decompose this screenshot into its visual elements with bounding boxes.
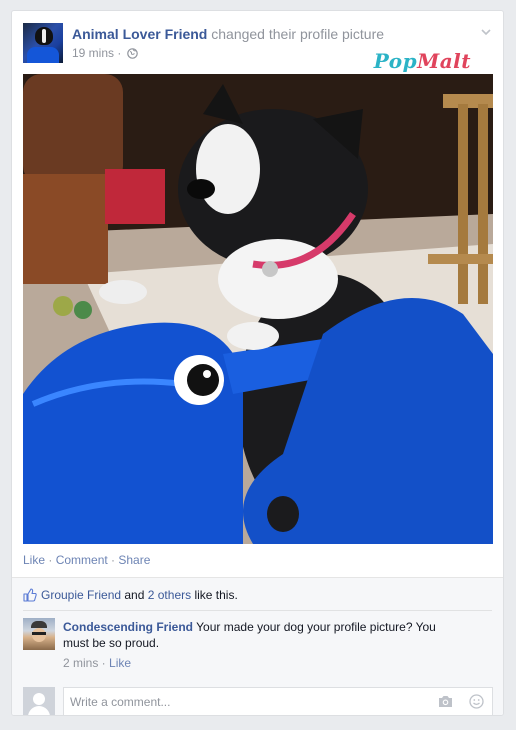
story-meta: 19 mins · bbox=[72, 46, 138, 62]
emoji-icon[interactable] bbox=[469, 694, 484, 712]
chevron-down-icon[interactable] bbox=[479, 25, 493, 39]
comment-timestamp[interactable]: 2 mins bbox=[63, 656, 98, 670]
story-action-text: changed their profile picture bbox=[211, 26, 385, 42]
commenter-name-link[interactable]: Condescending Friend bbox=[63, 620, 193, 634]
like-link[interactable]: Like bbox=[23, 553, 45, 567]
comment-link[interactable]: Comment bbox=[56, 553, 108, 567]
comment-composer bbox=[23, 687, 493, 715]
story-action-links: Like · Comment · Share bbox=[23, 553, 150, 567]
divider bbox=[23, 610, 492, 611]
commenter-avatar[interactable] bbox=[23, 618, 55, 650]
comment-like-link[interactable]: Like bbox=[109, 656, 131, 670]
profile-picture-photo[interactable] bbox=[23, 74, 493, 544]
share-link[interactable]: Share bbox=[118, 553, 150, 567]
current-user-avatar bbox=[23, 687, 55, 715]
camera-icon[interactable] bbox=[438, 695, 453, 711]
author-avatar[interactable] bbox=[23, 23, 63, 63]
comment-body: Condescending Friend Your made your dog … bbox=[63, 619, 463, 651]
author-name-link[interactable]: Animal Lover Friend bbox=[72, 26, 207, 42]
others-likers-link[interactable]: 2 others bbox=[148, 588, 191, 602]
thumbs-up-icon bbox=[23, 588, 37, 605]
story-title: Animal Lover Friend changed their profil… bbox=[72, 26, 384, 42]
story-timestamp[interactable]: 19 mins bbox=[72, 46, 114, 60]
meta-separator: · bbox=[114, 46, 125, 60]
comment-input[interactable] bbox=[63, 687, 493, 715]
globe-icon[interactable] bbox=[126, 48, 138, 62]
liker-name-link[interactable]: Groupie Friend bbox=[41, 588, 121, 602]
popmalt-watermark-logo: PopMalt bbox=[373, 49, 471, 73]
story-header: Animal Lover Friend changed their profil… bbox=[12, 11, 503, 75]
ufi-section: Groupie Friend and 2 others like this. C… bbox=[12, 578, 503, 715]
action-dot: · bbox=[107, 553, 119, 567]
comment-meta: 2 mins · Like bbox=[63, 656, 132, 670]
likes-sentence: Groupie Friend and 2 others like this. bbox=[23, 588, 238, 605]
dog-on-blue-rocking-toy-image bbox=[23, 74, 493, 544]
news-feed-story: Animal Lover Friend changed their profil… bbox=[11, 10, 504, 716]
action-dot: · bbox=[45, 553, 56, 567]
